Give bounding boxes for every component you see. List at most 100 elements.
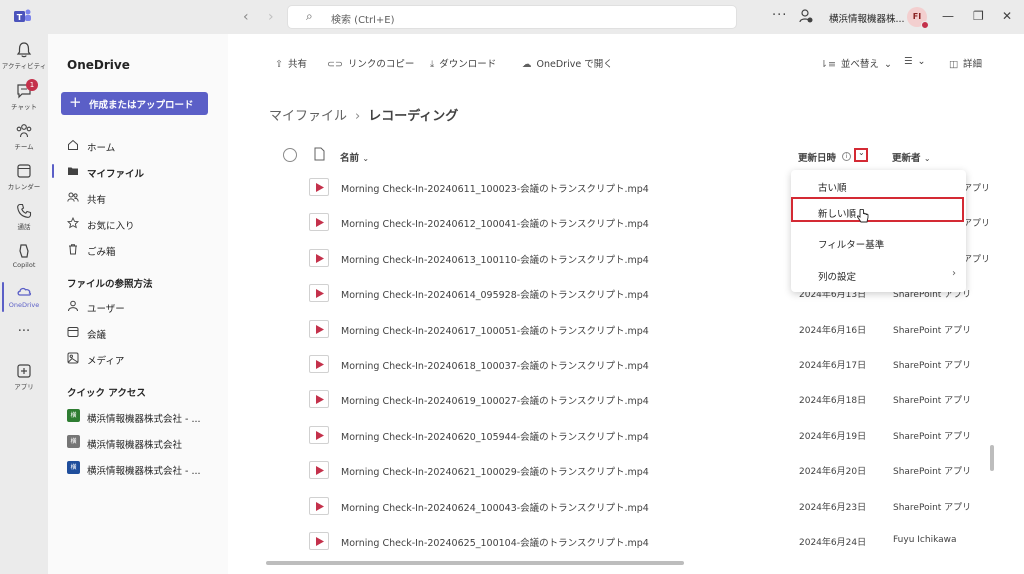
file-name[interactable]: Morning Check-In-20240611_100023-会議のトランス…: [341, 181, 649, 195]
file-name[interactable]: Morning Check-In-20240618_100037-会議のトランス…: [341, 358, 649, 372]
add-app-icon: [17, 364, 31, 378]
share-icon: ⇪: [275, 59, 283, 70]
file-name[interactable]: Morning Check-In-20240617_100051-会議のトランス…: [341, 323, 649, 337]
table-row[interactable]: Morning Check-In-20240619_100027-会議のトランス…: [228, 382, 1024, 417]
rail-label: アプリ: [14, 383, 34, 391]
table-row[interactable]: Morning Check-In-20240617_100051-会議のトランス…: [228, 312, 1024, 347]
modified-sort-dropdown[interactable]: ⌄: [854, 148, 868, 162]
rail-item-chat[interactable]: 1 チャット: [0, 79, 48, 122]
org-name[interactable]: 横浜情報機器株...: [829, 11, 905, 25]
horizontal-scrollbar[interactable]: [266, 561, 684, 565]
star-icon: [67, 217, 79, 229]
file-modified-date: 2024年6月17日: [799, 361, 867, 371]
rail-item-teams[interactable]: チーム: [0, 122, 48, 162]
download-button[interactable]: ⤓ ダウンロード: [430, 56, 496, 70]
minimize-icon[interactable]: —: [942, 9, 954, 23]
more-options-icon[interactable]: ···: [772, 8, 787, 23]
details-label: 詳細: [962, 59, 982, 70]
close-icon[interactable]: ✕: [1002, 9, 1012, 23]
rail-item-copilot[interactable]: Copilot: [0, 242, 48, 282]
rail-item-calls[interactable]: 通話: [0, 202, 48, 242]
share-button[interactable]: ⇪ 共有: [275, 56, 307, 70]
file-name[interactable]: Morning Check-In-20240614_095928-会議のトランス…: [341, 287, 649, 301]
browse-item-media[interactable]: メディア: [67, 350, 222, 368]
rail-item-apps[interactable]: アプリ: [0, 362, 48, 402]
file-name[interactable]: Morning Check-In-20240625_100104-会議のトランス…: [341, 535, 649, 549]
create-upload-button[interactable]: + 作成またはアップロード: [61, 92, 208, 115]
table-row[interactable]: Morning Check-In-20240620_105944-会議のトランス…: [228, 418, 1024, 453]
list-view-icon: ☰: [904, 56, 913, 67]
table-row[interactable]: Morning Check-In-20240625_100104-会議のトランス…: [228, 524, 1024, 559]
svg-text:T: T: [17, 13, 23, 22]
nav-item-home[interactable]: ホーム: [67, 137, 222, 155]
column-header-name[interactable]: 名前 ⌄: [340, 150, 369, 164]
quick-access-item[interactable]: 横 横浜情報機器株式会社: [67, 434, 222, 452]
file-name[interactable]: Morning Check-In-20240619_100027-会議のトランス…: [341, 393, 649, 407]
video-file-icon: [309, 425, 329, 444]
table-row[interactable]: Morning Check-In-20240624_100043-会議のトランス…: [228, 489, 1024, 524]
play-icon: [316, 360, 324, 369]
browse-item-meetings[interactable]: 会議: [67, 324, 222, 342]
nav-label: 共有: [87, 195, 107, 206]
meeting-icon: [67, 327, 79, 337]
column-header-modified-by[interactable]: 更新者 ⌄: [892, 150, 931, 164]
vertical-scrollbar[interactable]: [990, 445, 994, 471]
menu-item-filter-by[interactable]: フィルター基準: [791, 229, 966, 255]
rail-item-onedrive[interactable]: OneDrive: [0, 282, 48, 322]
search-icon: ⌕: [306, 9, 313, 23]
rail-more-icon[interactable]: ···: [0, 325, 48, 344]
file-name[interactable]: Morning Check-In-20240624_100043-会議のトランス…: [341, 500, 649, 514]
column-header-modified[interactable]: 更新日時: [798, 150, 836, 164]
browse-item-people[interactable]: ユーザー: [67, 298, 222, 316]
nav-item-recycle-bin[interactable]: ごみ箱: [67, 241, 222, 259]
app-rail: アクティビティ 1 チャット チーム カレンダー 通話 Copilot OneD…: [0, 34, 48, 574]
search-input[interactable]: ⌕ 検索 (Ctrl+E): [287, 5, 737, 29]
restore-icon[interactable]: ❐: [973, 9, 984, 23]
quick-access-item[interactable]: 横 横浜情報機器株式会社 - ...: [67, 408, 222, 426]
avatar[interactable]: FI: [907, 7, 929, 29]
play-icon: [316, 501, 324, 511]
chevron-down-icon: ⌄: [883, 59, 892, 70]
main-content: ⇪ 共有 ⊂⊃ リンクのコピー ⤓ ダウンロード ☁ OneDrive で開く ⇂≡ 並べ…: [228, 34, 1024, 574]
select-all-checkbox[interactable]: [283, 148, 297, 162]
nav-label: ホーム: [87, 143, 116, 154]
column-modified-label: 更新日時: [798, 153, 837, 164]
open-in-onedrive-button[interactable]: ☁ OneDrive で開く: [522, 56, 613, 70]
menu-item-column-settings[interactable]: 列の設定 ›: [791, 261, 966, 287]
file-modified-date: 2024年6月16日: [799, 325, 867, 336]
chevron-down-icon: ⌄: [917, 56, 926, 67]
nav-item-shared[interactable]: 共有: [67, 189, 222, 207]
table-row[interactable]: Morning Check-In-20240618_100037-会議のトランス…: [228, 347, 1024, 382]
sort-button[interactable]: ⇂≡ 並べ替え ⌄: [820, 56, 892, 70]
rail-label: カレンダー: [7, 183, 41, 191]
org-people-icon[interactable]: [799, 9, 813, 23]
breadcrumb-root[interactable]: マイファイル: [269, 109, 347, 124]
play-icon: [316, 537, 324, 546]
table-row[interactable]: Morning Check-In-20240621_100029-会議のトランス…: [228, 453, 1024, 488]
file-name[interactable]: Morning Check-In-20240620_105944-会議のトランス…: [341, 429, 649, 443]
menu-item-oldest[interactable]: 古い順: [791, 172, 966, 198]
copy-link-button[interactable]: ⊂⊃ リンクのコピー: [327, 56, 414, 70]
back-arrow-icon[interactable]: ‹: [243, 9, 249, 25]
video-file-icon: [309, 213, 329, 232]
nav-item-my-files[interactable]: マイファイル: [67, 163, 222, 181]
file-name[interactable]: Morning Check-In-20240613_100110-会議のトランス…: [341, 252, 649, 266]
video-file-icon: [309, 355, 329, 373]
forward-arrow-icon[interactable]: ›: [268, 9, 274, 25]
details-button[interactable]: ◫ 詳細: [949, 56, 982, 70]
file-type-icon: [314, 147, 325, 161]
home-icon: [68, 139, 78, 150]
quick-access-item[interactable]: 横 横浜情報機器株式会社 - ...: [67, 460, 222, 478]
browse-section-title: ファイルの参照方法: [67, 279, 153, 290]
site-badge-icon: 横: [67, 435, 80, 448]
file-name[interactable]: Morning Check-In-20240612_100041-会議のトランス…: [341, 216, 649, 230]
view-options-button[interactable]: ☰ ⌄: [904, 56, 926, 67]
nav-item-favorites[interactable]: お気に入り: [67, 215, 222, 233]
cloud-icon: ☁: [522, 59, 532, 70]
file-name[interactable]: Morning Check-In-20240621_100029-会議のトランス…: [341, 464, 649, 478]
rail-item-calendar[interactable]: カレンダー: [0, 162, 48, 202]
rail-item-activity[interactable]: アクティビティ: [0, 41, 48, 81]
onedrive-left-pane: OneDrive + 作成またはアップロード ホーム マイファイル 共有 お気に…: [48, 34, 228, 574]
nav-label: 会議: [87, 330, 107, 341]
quick-access-label: 横浜情報機器株式会社: [87, 440, 183, 451]
